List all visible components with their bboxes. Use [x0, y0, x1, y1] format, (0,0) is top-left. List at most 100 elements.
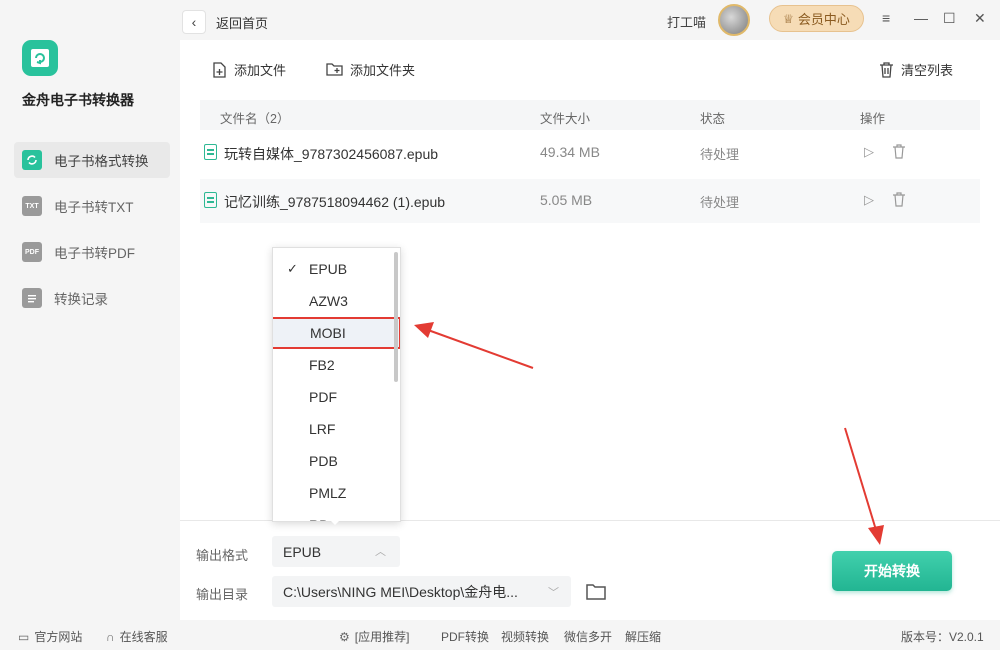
play-icon[interactable]: ▷ [864, 144, 874, 160]
format-option-label: PDF [309, 389, 337, 405]
trash-icon [880, 61, 893, 78]
online-service-label: 在线客服 [119, 630, 168, 644]
headset-icon: ∩ [106, 629, 115, 644]
gear-icon: ⚙ [339, 629, 350, 644]
clear-list-label: 清空列表 [901, 63, 954, 78]
format-option-label: EPUB [309, 261, 348, 277]
column-filename: 文件名（2） [220, 112, 290, 126]
chevron-up-icon: ︿ [375, 546, 386, 558]
add-folder-label: 添加文件夹 [350, 63, 416, 78]
official-site-label: 官方网站 [34, 630, 83, 644]
footer-link-wechat-multi[interactable]: 微信多开 [564, 628, 612, 645]
sidebar-item-label: 电子书格式转换 [54, 154, 149, 169]
output-format-label: 输出格式 [196, 548, 249, 563]
sidebar-item-to-pdf[interactable]: PDF 电子书转PDF [14, 234, 170, 270]
recommend-label: [应用推荐] [354, 630, 410, 644]
official-site-link[interactable]: ▭ 官方网站 [18, 628, 82, 645]
format-option-pmlz[interactable]: PMLZ [273, 477, 395, 509]
format-option-azw3[interactable]: AZW3 [273, 285, 395, 317]
file-name: 记忆训练_9787518094462 (1).epub [224, 194, 446, 210]
open-folder-icon[interactable] [585, 582, 607, 601]
footer-link-video-convert[interactable]: 视频转换 [501, 628, 549, 645]
sidebar: 金舟电子书转换器 电子书格式转换 TXT 电子书转TXT PDF 电子书转PDF… [0, 0, 180, 620]
back-button[interactable]: ‹ [182, 10, 206, 34]
pdf-icon: PDF [22, 242, 42, 262]
format-option-fb2[interactable]: FB2 [273, 349, 395, 381]
convert-icon [22, 150, 42, 170]
footer: ▭ 官方网站 ∩ 在线客服 ⚙ [应用推荐] PDF转换 视频转换 微信多开 解… [0, 620, 1000, 650]
format-option-label: PMLZ [309, 485, 347, 501]
back-home-link[interactable]: 返回首页 [216, 13, 268, 32]
sidebar-item-label: 电子书转PDF [54, 246, 135, 261]
output-format-value: EPUB [283, 543, 322, 560]
chevron-left-icon: ‹ [191, 14, 197, 30]
format-option-pdb[interactable]: PDB [273, 445, 395, 477]
monitor-icon: ▭ [18, 629, 30, 644]
add-file-label: 添加文件 [234, 63, 287, 78]
format-option-mobi[interactable]: MOBI [273, 317, 400, 349]
dropdown-caret [328, 518, 342, 525]
output-dir-value: C:\Users\NING MEI\Desktop\金舟电... [283, 583, 518, 600]
menu-icon[interactable]: ≡ [882, 10, 890, 26]
sidebar-item-history[interactable]: 转换记录 [14, 280, 170, 316]
table-row[interactable]: 玩转自媒体_9787302456087.epub 49.34 MB 待处理 ▷ [200, 131, 980, 175]
vip-center-label: 会员中心 [797, 12, 850, 27]
avatar[interactable] [718, 4, 750, 36]
sidebar-item-label: 电子书转TXT [54, 200, 134, 215]
sidebar-item-to-txt[interactable]: TXT 电子书转TXT [14, 188, 170, 224]
play-icon[interactable]: ▷ [864, 192, 874, 208]
format-option-lrf[interactable]: LRF [273, 413, 395, 445]
history-icon [22, 288, 42, 308]
column-status: 状态 [700, 112, 726, 126]
footer-link-pdf-convert[interactable]: PDF转换 [441, 628, 489, 645]
output-format-select[interactable]: EPUB ︿ [272, 536, 400, 567]
app-name: 金舟电子书转换器 [22, 92, 134, 108]
file-name: 玩转自媒体_9787302456087.epub [224, 146, 439, 162]
sidebar-nav: 电子书格式转换 TXT 电子书转TXT PDF 电子书转PDF 转换记录 [14, 142, 170, 326]
output-dir-select[interactable]: C:\Users\NING MEI\Desktop\金舟电... ﹀ [272, 576, 571, 607]
file-icon [204, 144, 217, 160]
format-option-pdf[interactable]: PDF [273, 381, 395, 413]
sidebar-item-label: 转换记录 [54, 292, 108, 307]
add-file-button[interactable]: 添加文件 [211, 60, 286, 79]
format-dropdown: ✓ EPUB AZW3 MOBI FB2 PDF LRF PDB PMLZ RB [272, 247, 401, 522]
format-option-label: FB2 [309, 357, 335, 373]
table-row[interactable]: 记忆训练_9787518094462 (1).epub 5.05 MB 待处理 … [200, 179, 980, 223]
clear-list-button[interactable]: 清空列表 [878, 60, 953, 79]
format-option-label: LRF [309, 421, 336, 437]
vip-center-button[interactable]: ♕ 会员中心 [769, 5, 864, 32]
app-logo [22, 40, 58, 76]
online-service-link[interactable]: ∩ 在线客服 [106, 628, 168, 645]
file-size: 5.05 MB [540, 192, 593, 208]
delete-icon[interactable] [892, 144, 906, 162]
close-icon[interactable]: ✕ [974, 10, 986, 27]
maximize-icon[interactable]: ☐ [943, 10, 956, 27]
column-size: 文件大小 [540, 112, 591, 126]
book-icon [31, 49, 49, 67]
dropdown-scrollbar[interactable] [394, 252, 398, 382]
start-convert-button[interactable]: 开始转换 [832, 551, 952, 591]
add-folder-button[interactable]: 添加文件夹 [325, 60, 415, 79]
user-name: 打工喵 [667, 15, 707, 30]
sidebar-item-format-convert[interactable]: 电子书格式转换 [14, 142, 170, 178]
format-option-epub[interactable]: ✓ EPUB [273, 253, 395, 285]
file-status: 待处理 [700, 147, 740, 162]
format-option-label: PDB [309, 453, 338, 469]
minimize-icon[interactable]: — [914, 10, 928, 26]
output-dir-label: 输出目录 [196, 587, 249, 602]
file-size: 49.34 MB [540, 144, 600, 160]
format-option-label: RB [309, 517, 328, 521]
txt-icon: TXT [22, 196, 42, 216]
file-table-header: 文件名（2） 文件大小 状态 操作 [200, 100, 980, 130]
crown-icon: ♕ [783, 11, 794, 26]
chevron-down-icon: ﹀ [548, 587, 559, 599]
add-folder-icon [326, 63, 343, 76]
footer-link-unzip[interactable]: 解压缩 [625, 628, 661, 645]
format-option-label: AZW3 [309, 293, 348, 309]
format-option-label: MOBI [310, 325, 346, 341]
version-label: 版本号：V2.0.1 [901, 630, 984, 644]
checkmark-icon: ✓ [287, 261, 298, 276]
file-status: 待处理 [700, 195, 740, 210]
file-icon [204, 192, 217, 208]
delete-icon[interactable] [892, 192, 906, 210]
